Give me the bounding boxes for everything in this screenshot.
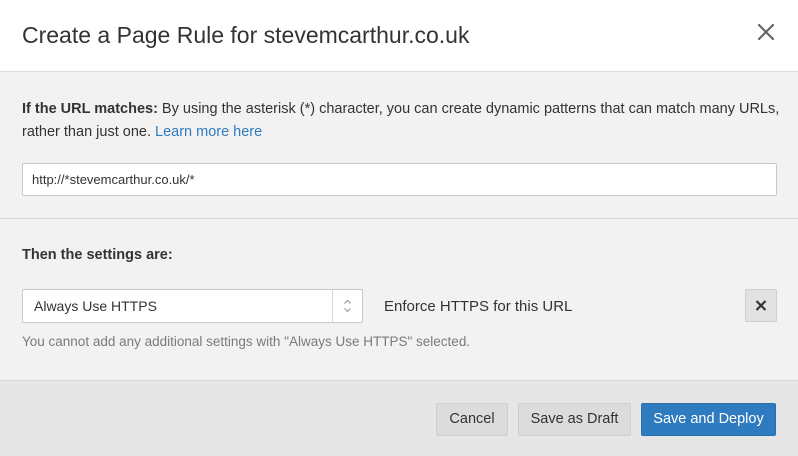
setting-description: Enforce HTTPS for this URL [384, 298, 573, 315]
settings-heading: Then the settings are: [22, 247, 173, 263]
remove-icon [746, 300, 776, 325]
dialog-header: Create a Page Rule for stevemcarthur.co.… [0, 0, 798, 72]
learn-more-link[interactable]: Learn more here [155, 124, 262, 140]
settings-section: Then the settings are: Always Use HTTPS … [0, 219, 798, 380]
url-match-description: If the URL matches: By using the asteris… [22, 98, 782, 144]
save-as-draft-button[interactable]: Save as Draft [518, 403, 631, 436]
url-match-section: If the URL matches: By using the asteris… [0, 72, 798, 219]
url-pattern-input[interactable] [22, 163, 777, 196]
setting-select[interactable]: Always Use HTTPS [22, 289, 363, 323]
page-rule-dialog: Create a Page Rule for stevemcarthur.co.… [0, 0, 798, 456]
url-match-label: If the URL matches: [22, 101, 158, 117]
setting-select-value: Always Use HTTPS [34, 298, 157, 314]
settings-notice: You cannot add any additional settings w… [22, 334, 471, 349]
dialog-title: Create a Page Rule for stevemcarthur.co.… [22, 22, 470, 48]
close-icon[interactable] [752, 18, 780, 46]
dialog-footer: Cancel Save as Draft Save and Deploy [0, 380, 798, 456]
remove-setting-button[interactable] [745, 289, 777, 322]
save-and-deploy-button[interactable]: Save and Deploy [641, 403, 776, 436]
cancel-button[interactable]: Cancel [436, 403, 508, 436]
chevron-up-down-icon [332, 290, 362, 322]
